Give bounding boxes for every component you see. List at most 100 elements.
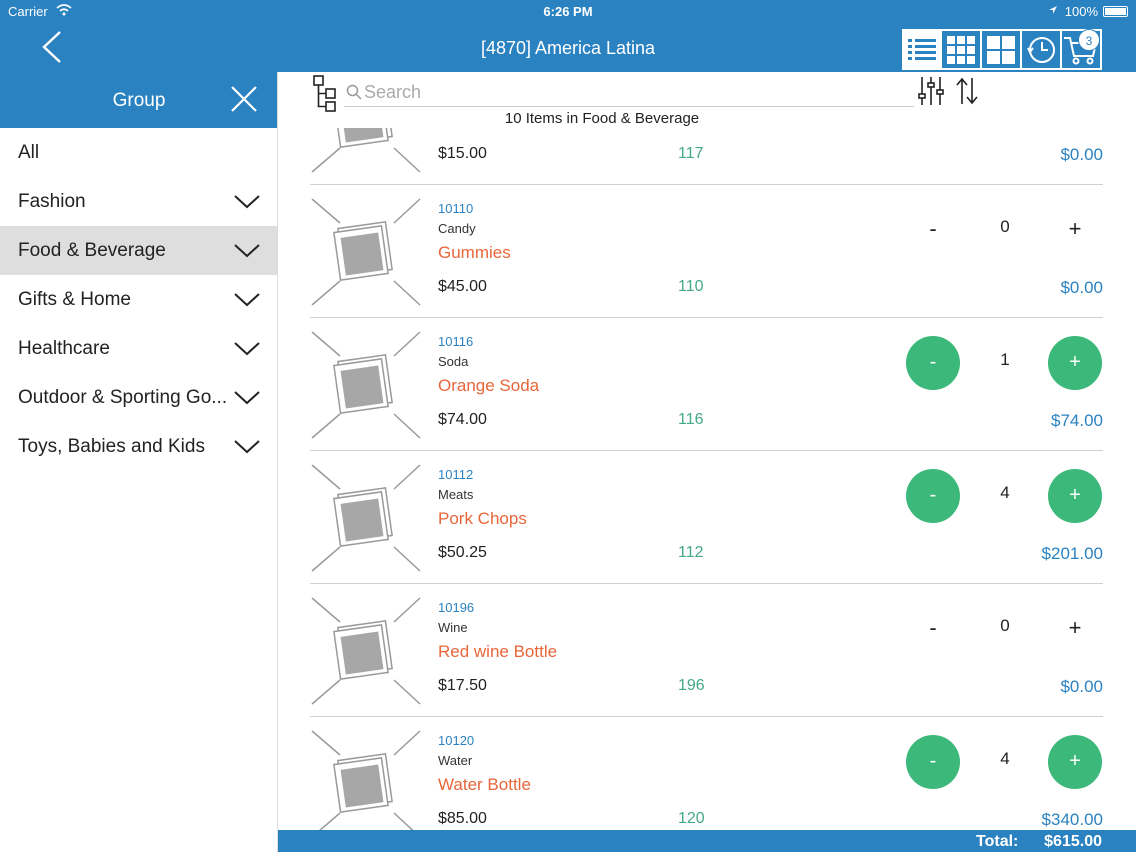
product-stock: 112 xyxy=(678,544,704,561)
group-item-label: Fashion xyxy=(18,191,86,212)
item-count-label: 10 Items in Food & Beverage xyxy=(504,110,700,127)
product-sku: 10120 xyxy=(438,733,475,748)
placeholder-image-icon xyxy=(311,730,421,830)
chevron-down-icon[interactable] xyxy=(234,440,260,454)
product-row[interactable]: 10110 Candy Gummies $45.00 110 - 0 + $0.… xyxy=(310,185,1103,318)
quantity-value: 0 xyxy=(1000,217,1010,236)
product-sku: 10196 xyxy=(438,600,475,615)
group-item-gifts-home[interactable]: Gifts & Home xyxy=(0,275,277,324)
group-item-healthcare[interactable]: Healthcare xyxy=(0,324,277,373)
product-row[interactable]: 10196 Wine Red wine Bottle $17.50 196 - … xyxy=(310,584,1103,717)
product-sku: 10112 xyxy=(438,467,474,482)
group-item-label: Healthcare xyxy=(18,338,110,359)
battery-percent: 100% xyxy=(1064,4,1098,19)
quantity-value: 4 xyxy=(1000,749,1010,768)
cart-count-badge: 3 xyxy=(1078,29,1100,51)
group-item-all[interactable]: All xyxy=(0,128,277,177)
product-row[interactable]: 10116 Soda Orange Soda $74.00 116 - 1 + … xyxy=(310,318,1103,451)
line-total: $340.00 xyxy=(1041,810,1103,829)
product-name: Orange Soda xyxy=(438,376,540,395)
group-item-label: Gifts & Home xyxy=(18,289,131,310)
quantity-value: 1 xyxy=(1000,350,1010,369)
line-total: $0.00 xyxy=(1060,677,1103,696)
product-sku: 10110 xyxy=(438,201,474,216)
increase-qty-button[interactable]: + xyxy=(1048,602,1102,656)
cart-button[interactable]: 3 xyxy=(1062,29,1102,70)
small-grid-view-button[interactable] xyxy=(942,29,982,70)
placeholder-image-icon xyxy=(311,198,421,306)
product-price: $74.00 xyxy=(438,411,487,428)
product-list: $15.00 117 $0.00 10110 Candy Gummies $45… xyxy=(278,128,1136,830)
group-item-fashion[interactable]: Fashion xyxy=(0,177,277,226)
product-price: $17.50 xyxy=(438,677,487,694)
group-item-label: All xyxy=(18,142,40,163)
line-total: $0.00 xyxy=(1060,145,1103,164)
status-bar: Carrier 6:26 PM 100% xyxy=(0,0,1136,24)
group-item-outdoor-sporting[interactable]: Outdoor & Sporting Go... xyxy=(0,373,277,422)
order-total-bar: Total: $615.00 xyxy=(278,830,1136,852)
decrease-qty-button[interactable]: - xyxy=(906,602,960,656)
quantity-value: 0 xyxy=(1000,616,1010,635)
placeholder-image-icon xyxy=(311,597,421,705)
group-header: Group xyxy=(0,72,277,128)
decrease-qty-button[interactable]: - xyxy=(906,735,960,789)
search-icon xyxy=(346,84,362,100)
group-item-toys-babies-kids[interactable]: Toys, Babies and Kids xyxy=(0,422,277,471)
quantity-value: 4 xyxy=(1000,483,1010,502)
increase-qty-button[interactable]: + xyxy=(1048,336,1102,390)
product-price: $85.00 xyxy=(438,810,487,827)
increase-qty-button[interactable]: + xyxy=(1048,735,1102,789)
product-category: Candy xyxy=(438,221,476,236)
history-button[interactable] xyxy=(1022,29,1062,70)
location-arrow-icon xyxy=(1049,6,1057,14)
list-view-button[interactable] xyxy=(902,29,942,70)
chevron-down-icon[interactable] xyxy=(234,244,260,258)
product-stock: 120 xyxy=(678,810,705,827)
increase-qty-button[interactable]: + xyxy=(1048,469,1102,523)
decrease-qty-button[interactable]: - xyxy=(906,336,960,390)
product-stock: 117 xyxy=(678,145,704,162)
product-category: Water xyxy=(438,753,473,768)
product-category: Meats xyxy=(438,487,474,502)
chevron-down-icon[interactable] xyxy=(234,391,260,405)
battery-icon xyxy=(1103,6,1128,17)
product-row[interactable]: $15.00 117 $0.00 xyxy=(310,128,1103,185)
chevron-down-icon[interactable] xyxy=(234,195,260,209)
search-bar[interactable] xyxy=(344,76,914,107)
product-price: $15.00 xyxy=(438,145,487,162)
total-value: $615.00 xyxy=(1044,833,1102,850)
view-toolbar: 3 xyxy=(902,29,1104,70)
product-name: Pork Chops xyxy=(438,509,527,528)
chevron-down-icon[interactable] xyxy=(234,342,260,356)
product-category: Wine xyxy=(438,620,468,635)
list-view-icon xyxy=(908,38,936,60)
category-tree-icon[interactable] xyxy=(312,74,340,114)
product-stock: 116 xyxy=(678,411,704,428)
group-item-label: Food & Beverage xyxy=(18,240,166,261)
total-label: Total: xyxy=(976,833,1019,850)
group-sidebar: Group All Fashion Food & Beverage Gifts … xyxy=(0,72,278,852)
product-sku: 10116 xyxy=(438,334,474,349)
decrease-qty-button[interactable]: - xyxy=(906,469,960,523)
large-grid-view-button[interactable] xyxy=(982,29,1022,70)
placeholder-image-icon xyxy=(311,464,421,572)
close-icon[interactable] xyxy=(230,85,258,113)
chevron-down-icon[interactable] xyxy=(234,293,260,307)
increase-qty-button[interactable]: + xyxy=(1048,203,1102,257)
product-name: Gummies xyxy=(438,243,511,262)
group-item-label: Outdoor & Sporting Go... xyxy=(18,387,228,408)
placeholder-image-icon xyxy=(311,331,421,439)
product-panel: 10 Items in Food & Beverage $15.00 117 $… xyxy=(278,72,1136,830)
product-stock: 196 xyxy=(678,677,705,694)
filter-sliders-icon[interactable] xyxy=(918,76,944,106)
clock: 6:26 PM xyxy=(543,4,593,19)
product-row[interactable]: 10120 Water Water Bottle $85.00 120 - 4 … xyxy=(310,717,1103,830)
line-total: $201.00 xyxy=(1041,544,1103,563)
line-total: $74.00 xyxy=(1051,411,1103,430)
search-input[interactable] xyxy=(364,80,904,104)
product-row[interactable]: 10112 Meats Pork Chops $50.25 112 - 4 + … xyxy=(310,451,1103,584)
sort-arrows-icon[interactable] xyxy=(954,76,980,106)
decrease-qty-button[interactable]: - xyxy=(906,203,960,257)
group-item-food-beverage[interactable]: Food & Beverage xyxy=(0,226,277,275)
history-clock-icon xyxy=(1027,36,1055,63)
